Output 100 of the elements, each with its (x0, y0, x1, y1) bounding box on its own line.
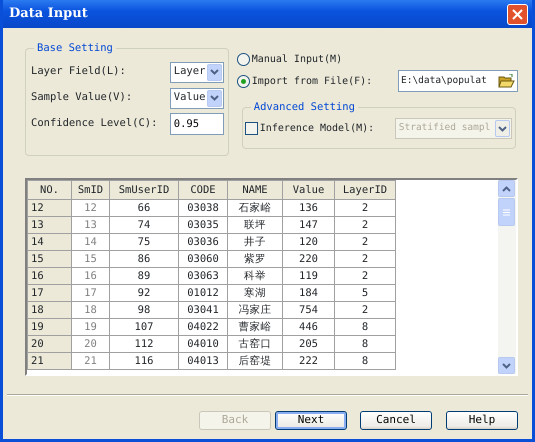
table-cell: 紫罗 (228, 250, 282, 268)
table-cell: 754 (282, 302, 334, 318)
scrollbar[interactable] (498, 180, 516, 374)
row-header: 13 (28, 216, 72, 234)
radio-button[interactable] (236, 74, 250, 88)
table-cell: 19 (72, 318, 110, 336)
row-header: 14 (28, 234, 72, 250)
table-cell: 89 (110, 268, 178, 284)
table-cell: 2 (334, 234, 396, 250)
scroll-thumb[interactable] (498, 198, 515, 226)
column-header[interactable]: SmID (72, 180, 110, 200)
table-cell: 220 (282, 250, 334, 268)
column-header[interactable]: SmUserID (110, 180, 178, 200)
table-cell: 井子 (228, 234, 282, 250)
scroll-up-icon[interactable] (498, 180, 515, 197)
table-cell: 01012 (178, 284, 228, 302)
table-cell: 04010 (178, 336, 228, 352)
table-cell: 2 (334, 302, 396, 318)
table-cell: 04022 (178, 318, 228, 336)
table-cell: 古窑口 (228, 336, 282, 352)
dialog-button[interactable]: Next (275, 411, 347, 430)
dialog-button[interactable]: Help (446, 411, 518, 430)
table-cell: 446 (282, 318, 334, 336)
table-cell: 120 (282, 234, 334, 250)
table-cell: 136 (282, 200, 334, 216)
field-label: Layer Field(L): (31, 64, 126, 80)
column-header[interactable]: CODE (178, 180, 228, 200)
close-icon[interactable] (512, 8, 523, 20)
table-cell: 92 (110, 284, 178, 302)
table-cell: 15 (72, 250, 110, 268)
field-label: Sample Value(V): (31, 90, 132, 106)
column-header[interactable]: NAME (228, 180, 282, 200)
table-cell: 98 (110, 302, 178, 318)
table-cell: 8 (334, 352, 396, 370)
table-cell: 寒湖 (228, 284, 282, 302)
column-header[interactable]: LayerID (334, 180, 396, 200)
folder-icon[interactable] (498, 74, 515, 88)
table-cell: 18 (72, 302, 110, 318)
table-cell: 205 (282, 336, 334, 352)
row-header: 20 (28, 336, 72, 352)
table-cell: 12 (72, 200, 110, 216)
table-cell: 119 (282, 268, 334, 284)
table-cell: 107 (110, 318, 178, 336)
table-cell: 后窑堤 (228, 352, 282, 370)
table-cell: 2 (334, 200, 396, 216)
group-title: Base Setting (34, 41, 116, 55)
table-cell: 2 (334, 268, 396, 284)
table-cell: 75 (110, 234, 178, 250)
table-cell: 03036 (178, 234, 228, 250)
scroll-down-icon[interactable] (498, 357, 515, 374)
table-cell: 112 (110, 336, 178, 352)
table-cell: 66 (110, 200, 178, 216)
file-path-field[interactable]: E:\data\populat (398, 70, 518, 92)
table-cell: 116 (110, 352, 178, 370)
dropdown-caret-icon[interactable] (206, 90, 222, 106)
input-field[interactable]: 0.95 (170, 113, 224, 135)
table-cell: 04013 (178, 352, 228, 370)
table-cell: 03035 (178, 216, 228, 234)
group-title: Advanced Setting (250, 100, 358, 114)
row-header: 19 (28, 318, 72, 336)
table-cell: 14 (72, 234, 110, 250)
table-cell: 184 (282, 284, 334, 302)
table-cell: 16 (72, 268, 110, 284)
row-header: 12 (28, 200, 72, 216)
table-cell: 20 (72, 336, 110, 352)
table-cell: 86 (110, 250, 178, 268)
table-cell: 联坪 (228, 216, 282, 234)
table-cell: 8 (334, 318, 396, 336)
dialog-button[interactable]: Cancel (360, 411, 432, 430)
table-cell: 03041 (178, 302, 228, 318)
table-cell: 222 (282, 352, 334, 370)
close-button[interactable] (507, 4, 528, 24)
row-header: 16 (28, 268, 72, 284)
field-label: Confidence Level(C): (31, 116, 158, 132)
table-cell: 曹家峪 (228, 318, 282, 336)
table-cell: 冯家庄 (228, 302, 282, 318)
table-cell: 石家峪 (228, 200, 282, 216)
row-header: 17 (28, 284, 72, 302)
row-header: 18 (28, 302, 72, 318)
table-cell: 5 (334, 284, 396, 302)
table-cell: 74 (110, 216, 178, 234)
table-cell: 21 (72, 352, 110, 370)
table-cell: 03060 (178, 250, 228, 268)
table-cell: 科举 (228, 268, 282, 284)
radio-label[interactable]: Manual Input(M) (252, 52, 342, 66)
dropdown-caret-icon[interactable] (206, 64, 222, 80)
radio-button[interactable] (236, 52, 250, 66)
table-cell: 8 (334, 336, 396, 352)
dropdown[interactable]: Layer (170, 62, 224, 82)
table-cell: 2 (334, 250, 396, 268)
table-cell: 13 (72, 216, 110, 234)
table-cell: 147 (282, 216, 334, 234)
table-cell: 03063 (178, 268, 228, 284)
dropdown[interactable]: Value (170, 88, 224, 108)
table-cell: 03038 (178, 200, 228, 216)
radio-label[interactable]: Import from File(F): (252, 74, 372, 88)
column-header[interactable]: Value (282, 180, 334, 200)
column-header[interactable]: NO. (28, 180, 72, 200)
table-cell: 2 (334, 216, 396, 234)
row-header: 21 (28, 352, 72, 370)
